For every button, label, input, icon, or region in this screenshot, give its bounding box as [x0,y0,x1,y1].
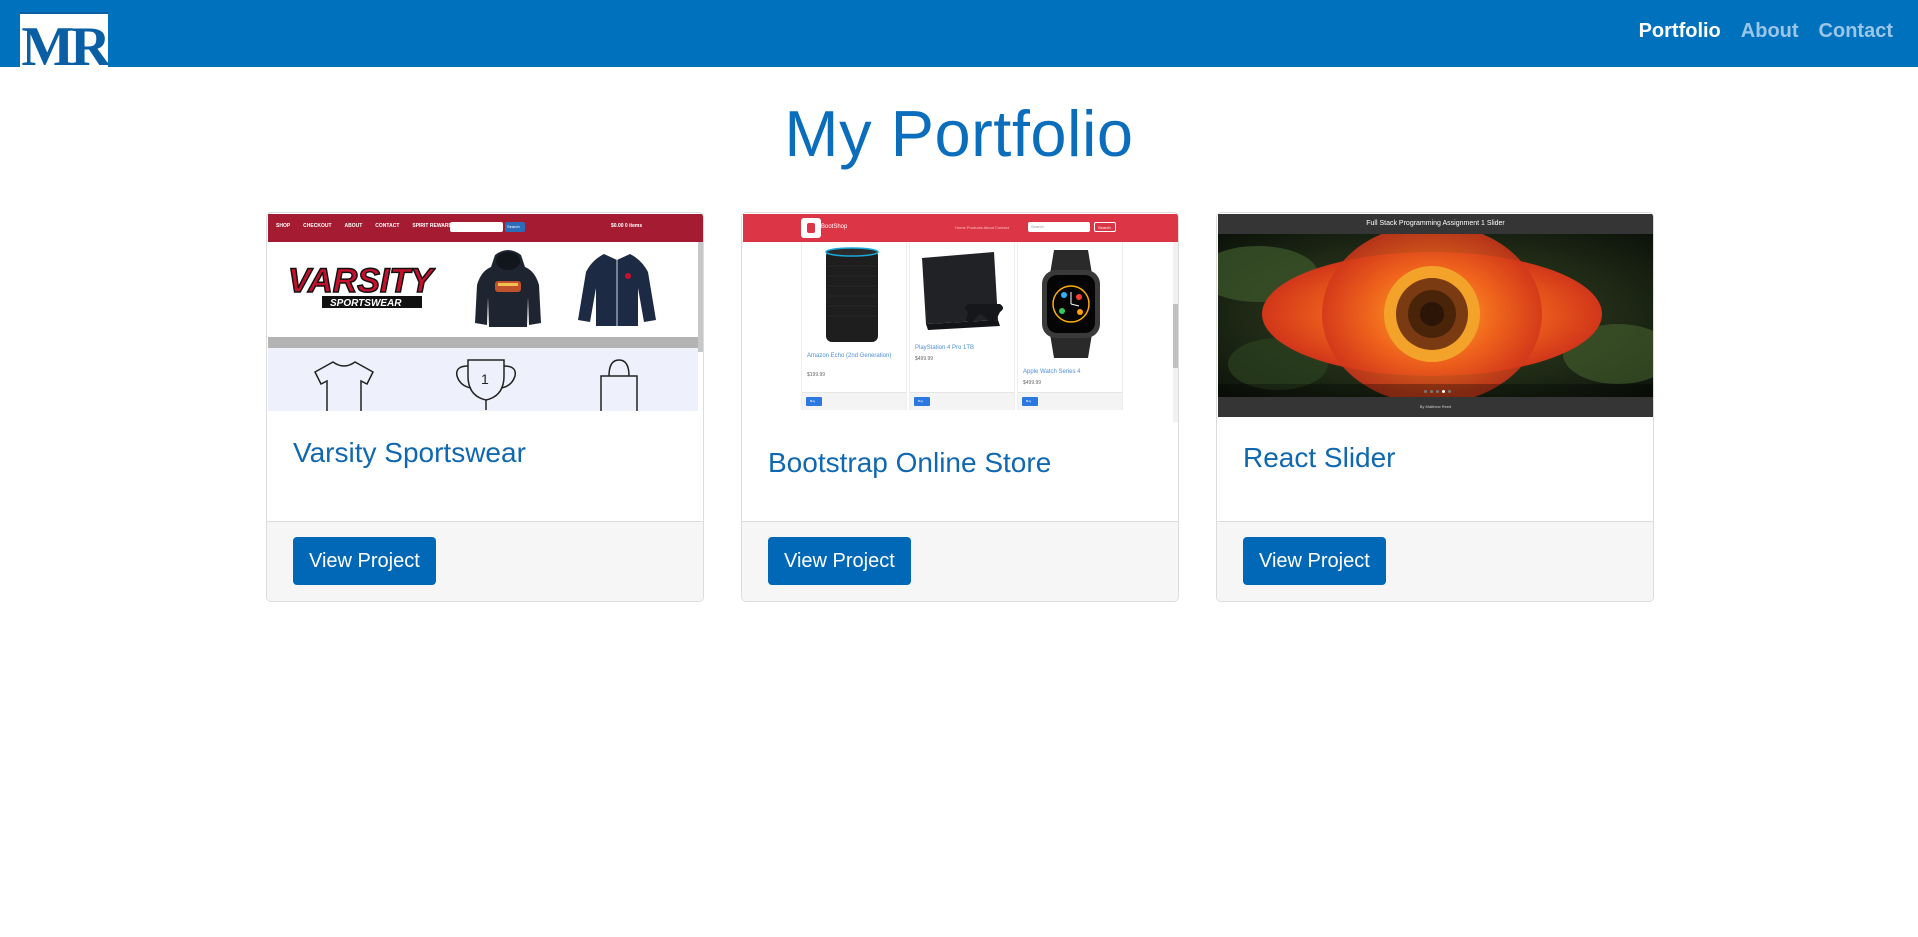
thumb-product-name: Apple Watch Series 4 [1023,369,1081,375]
thumb-scrollbar-thumb [1173,304,1178,368]
thumb-search-button: Search [1094,222,1116,232]
thumb-product-price: $499.99 [1023,380,1042,386]
jacket-icon [578,254,656,326]
thumb-buy-label: Buy [1026,399,1032,403]
thumb-menu: SHOP CHECKOUT ABOUT CONTACT SPIRIT REWAR… [276,223,455,229]
thumb-product-card: PlayStation 4 Pro 1TB $499.99 Buy [909,242,1015,410]
thumb-links: Home Products About Contact [955,225,1009,230]
thumb-product-name: Amazon Echo (2nd Generation) [807,353,892,359]
thumb-scrollbar [698,242,703,352]
thumb-buy-label: Buy [810,399,816,403]
varsity-logo-icon: VARSITY SPORTSWEAR [287,261,436,309]
nav-link-about[interactable]: About [1741,20,1799,43]
view-project-button-varsity[interactable]: View Project [293,537,436,585]
project-title-varsity: Varsity Sportswear [293,437,526,468]
thumb-search-placeholder: Search [1031,224,1044,229]
slider-dot-active [1442,390,1445,393]
project-card-bootstrap-store: BootShop Home Products About Contact Sea… [741,212,1179,602]
project-thumbnail-varsity[interactable]: SHOP CHECKOUT ABOUT CONTACT SPIRIT REWAR… [268,214,703,411]
trophy-number: 1 [481,371,489,387]
thumb-search-label: Search [507,224,520,229]
slider-dot [1448,390,1451,393]
view-project-button-bootstrap-store[interactable]: View Project [768,537,911,585]
project-thumbnail-react-slider[interactable]: Full Stack Programming Assignment 1 Slid… [1218,214,1653,417]
thumb-product-footer: Buy [802,392,906,410]
thumb-cart: $0.00 0 items [611,223,643,229]
thumb-slider-dots [1424,390,1451,393]
thumb-buy-button: Buy [806,397,822,406]
thumb-search-field [450,222,503,232]
thumb-search-label: Search [1098,225,1111,230]
thumb-buy-label: Buy [918,399,924,403]
thumb-menu-item: SHOP [276,223,291,229]
project-title-bootstrap-store: Bootstrap Online Store [768,447,1052,478]
card-footer: View Project [267,521,703,601]
thumb-product-card: Apple Watch Series 4 $499.99 Buy [1017,242,1123,410]
thumb-menu-item: SPIRIT REWARDS [412,223,456,229]
thumb-divider [268,337,703,348]
thumb-slider-footer: By Matthew Reed [1218,397,1653,417]
varsity-logo-subtext: SPORTSWEAR [330,298,402,309]
playstation-icon [922,252,1003,330]
slider-dot [1424,390,1427,393]
site-logo[interactable]: MR [20,12,108,67]
apple-watch-icon [1042,250,1100,358]
slider-dot [1436,390,1439,393]
thumb-product-price: $199.99 [807,372,826,378]
flower-photo-icon [1218,234,1653,397]
card-footer: View Project [1217,521,1653,601]
thumb-menu-item: ABOUT [344,223,363,229]
thumb-product-grid: Amazon Echo (2nd Generation) $199.99 Buy… [743,242,1178,422]
project-thumbnail-bootstrap-store[interactable]: BootShop Home Products About Contact Sea… [743,214,1178,422]
thumb-product-footer: Buy [1018,392,1122,410]
nav-link-contact[interactable]: Contact [1819,20,1893,43]
bootshop-logo-icon [801,218,821,238]
nav-links: Portfolio About Contact [1639,20,1893,43]
project-card-react-slider: Full Stack Programming Assignment 1 Slid… [1216,212,1654,602]
tshirt-icon [314,361,374,411]
thumb-buy-button: Buy [914,397,930,406]
thumb-product-price: $499.99 [915,356,934,362]
shopping-bag-icon [600,359,638,411]
thumb-navbar: BootShop Home Products About Contact Sea… [743,214,1178,242]
thumb-search-field: Search [1028,222,1090,232]
project-card-varsity: SHOP CHECKOUT ABOUT CONTACT SPIRIT REWAR… [266,212,704,602]
thumb-slider-header: Full Stack Programming Assignment 1 Slid… [1218,214,1653,234]
thumb-banner: VARSITY SPORTSWEAR [268,242,703,337]
view-project-button-react-slider[interactable]: View Project [1243,537,1386,585]
navbar: MR Portfolio About Contact [0,0,1918,67]
thumb-navbar: SHOP CHECKOUT ABOUT CONTACT SPIRIT REWAR… [268,214,703,242]
trophy-icon: 1 [455,359,517,410]
thumb-search-button: Search [505,222,525,232]
thumb-menu-item: CONTACT [375,223,400,229]
hoodie-icon [475,250,541,327]
varsity-logo-text: VARSITY [288,262,436,300]
page-title: My Portfolio [784,97,1134,170]
thumb-brand: BootShop [821,224,848,230]
thumb-product-name: PlayStation 4 Pro 1TB [915,345,975,351]
project-title-react-slider: React Slider [1243,442,1396,473]
card-footer: View Project [742,521,1178,601]
thumb-product-footer: Buy [910,392,1014,410]
amazon-echo-icon [825,247,879,342]
thumb-product-card: Amazon Echo (2nd Generation) $199.99 Buy [801,242,907,410]
nav-link-portfolio[interactable]: Portfolio [1639,20,1721,43]
thumb-buy-button: Buy [1022,397,1038,406]
thumb-menu-item: CHECKOUT [303,223,332,229]
slider-dot [1430,390,1433,393]
thumb-category-row: 1 [268,348,698,411]
